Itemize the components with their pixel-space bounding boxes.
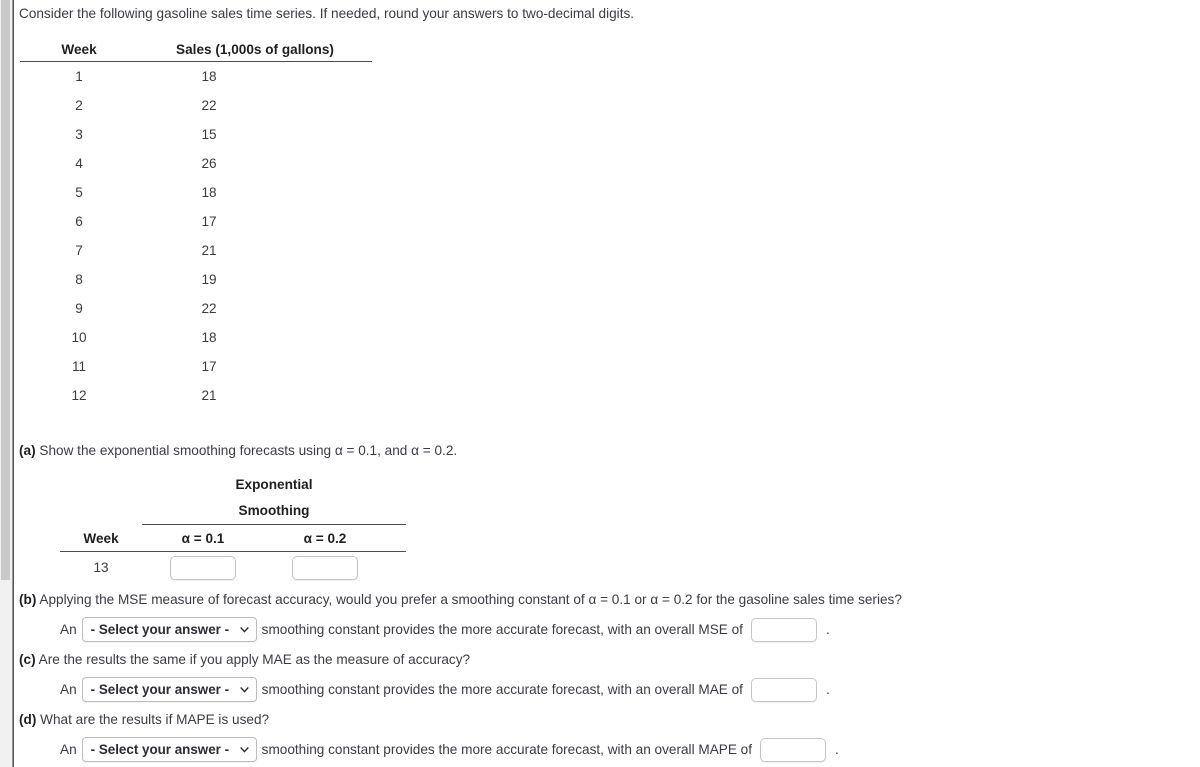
cell-week: 6 xyxy=(75,214,83,229)
cell-week: 1 xyxy=(75,69,83,84)
question-part-d: (d) What are the results if MAPE is used… xyxy=(19,712,839,762)
cell-week: 9 xyxy=(75,301,83,316)
cell-sales: 17 xyxy=(201,214,217,229)
es-cell-alpha-01 xyxy=(142,555,264,580)
cell-week: 2 xyxy=(75,98,83,113)
cell-week: 12 xyxy=(71,388,87,403)
part-b-prompt-line: (b) Applying the MSE measure of forecast… xyxy=(19,592,902,607)
scrollbar-thumb[interactable] xyxy=(1,0,10,580)
table-row: 9 22 xyxy=(20,294,372,323)
part-b-answer-mid: smoothing constant provides the more acc… xyxy=(261,622,743,637)
es-cell-alpha-02 xyxy=(264,555,386,580)
table-row: 6 17 xyxy=(20,207,372,236)
cell-sales: 26 xyxy=(201,156,217,171)
part-d-prompt: What are the results if MAPE is used? xyxy=(40,712,270,727)
spanner-label-line2: Smoothing xyxy=(238,502,310,518)
table-row: 5 18 xyxy=(20,178,372,207)
table-row: 2 22 xyxy=(20,91,372,120)
question-page: Consider the following gasoline sales ti… xyxy=(14,0,1200,767)
part-b-answer-select[interactable]: - Select your answer - xyxy=(81,617,257,642)
table-row: 10 18 xyxy=(20,323,372,352)
mae-value-input[interactable] xyxy=(750,677,817,702)
part-c-answer-suffix: . xyxy=(825,682,830,697)
part-c-prompt: Are the results the same if you apply MA… xyxy=(38,652,471,667)
cell-week: 11 xyxy=(71,359,87,374)
part-d-answer-mid: smoothing constant provides the more acc… xyxy=(261,742,753,757)
sales-data-table: Week Sales (1,000s of gallons) 1 18 2 22 3 15… xyxy=(20,42,372,410)
part-c-answer-mid: smoothing constant provides the more acc… xyxy=(261,682,743,697)
forecast-input-alpha-01[interactable] xyxy=(170,555,236,580)
cell-sales: 22 xyxy=(201,98,217,113)
part-d-marker: (d) xyxy=(19,712,37,727)
intro-text: Consider the following gasoline sales ti… xyxy=(19,6,635,21)
part-b-answer-line: An - Select your answer - smoothing cons… xyxy=(60,617,902,642)
cell-week: 7 xyxy=(75,243,83,258)
cell-sales: 15 xyxy=(201,127,217,142)
table-header-row: Week Sales (1,000s of gallons) xyxy=(20,42,372,62)
es-header-row: Week α = 0.1 α = 0.2 xyxy=(60,525,406,552)
part-a-marker: (a) xyxy=(19,443,36,458)
part-d-select-wrapper: - Select your answer - xyxy=(81,737,257,762)
part-b-answer-suffix: . xyxy=(825,622,830,637)
column-header-week: Week xyxy=(61,42,97,57)
cell-sales: 17 xyxy=(201,359,217,374)
part-d-answer-line: An - Select your answer - smoothing cons… xyxy=(60,737,839,762)
table-body: 1 18 2 22 3 15 4 26 5 18 6 17 7 21 8 19 9 22 10 18 11 17 12 21 xyxy=(20,62,372,410)
cell-week: 10 xyxy=(71,330,87,345)
part-d-answer-select[interactable]: - Select your answer - xyxy=(81,737,257,762)
cell-sales: 18 xyxy=(201,69,217,84)
vertical-scrollbar[interactable] xyxy=(0,0,13,767)
part-d-prompt-line: (d) What are the results if MAPE is used… xyxy=(19,712,839,727)
cell-sales: 22 xyxy=(201,301,217,316)
part-d-answer-suffix: . xyxy=(835,742,839,757)
question-part-b: (b) Applying the MSE measure of forecast… xyxy=(19,592,902,642)
cell-week: 5 xyxy=(75,185,83,200)
es-data-row: 13 xyxy=(60,552,406,580)
cell-sales: 21 xyxy=(201,388,217,403)
part-b-marker: (b) xyxy=(19,592,37,607)
mse-value-input[interactable] xyxy=(750,617,817,642)
exponential-smoothing-table: Exponential Smoothing Week α = 0.1 α = 0… xyxy=(44,472,406,580)
part-c-select-wrapper: - Select your answer - xyxy=(81,677,257,702)
table-row: 4 26 xyxy=(20,149,372,178)
part-c-marker: (c) xyxy=(19,652,36,667)
part-c-answer-prefix: An xyxy=(60,682,77,697)
table-row: 1 18 xyxy=(20,62,372,91)
part-d-answer-prefix: An xyxy=(60,742,77,757)
cell-week: 4 xyxy=(75,156,83,171)
table-row: 3 15 xyxy=(20,120,372,149)
part-c-answer-line: An - Select your answer - smoothing cons… xyxy=(60,677,830,702)
es-column-header-week: Week xyxy=(83,530,119,546)
table-row: 11 17 xyxy=(20,352,372,381)
spanner-label-line1: Exponential xyxy=(235,477,313,492)
question-part-c: (c) Are the results the same if you appl… xyxy=(19,652,830,702)
table-row: 7 21 xyxy=(20,236,372,265)
cell-sales: 18 xyxy=(201,185,217,200)
cell-sales: 19 xyxy=(201,272,217,287)
question-part-a: (a) Show the exponential smoothing forec… xyxy=(19,443,457,458)
part-b-prompt: Applying the MSE measure of forecast acc… xyxy=(39,592,902,607)
cell-sales: 21 xyxy=(201,243,217,258)
cell-week: 3 xyxy=(75,127,83,142)
part-b-select-wrapper: - Select your answer - xyxy=(81,617,257,642)
mape-value-input[interactable] xyxy=(760,737,827,762)
table-row: 8 19 xyxy=(20,265,372,294)
es-column-header-alpha-01: α = 0.1 xyxy=(181,530,225,546)
es-row-week-13: 13 xyxy=(93,560,109,576)
part-c-prompt-line: (c) Are the results the same if you appl… xyxy=(19,652,830,667)
part-a-prompt: Show the exponential smoothing forecasts… xyxy=(39,443,458,458)
part-b-answer-prefix: An xyxy=(60,622,77,637)
column-header-sales: Sales (1,000s of gallons) xyxy=(176,42,334,57)
cell-sales: 18 xyxy=(201,330,217,345)
forecast-input-alpha-02[interactable] xyxy=(292,555,358,580)
part-c-answer-select[interactable]: - Select your answer - xyxy=(81,677,257,702)
table-row: 12 21 xyxy=(20,381,372,410)
es-column-header-alpha-02: α = 0.2 xyxy=(303,530,347,546)
cell-week: 8 xyxy=(75,272,83,287)
